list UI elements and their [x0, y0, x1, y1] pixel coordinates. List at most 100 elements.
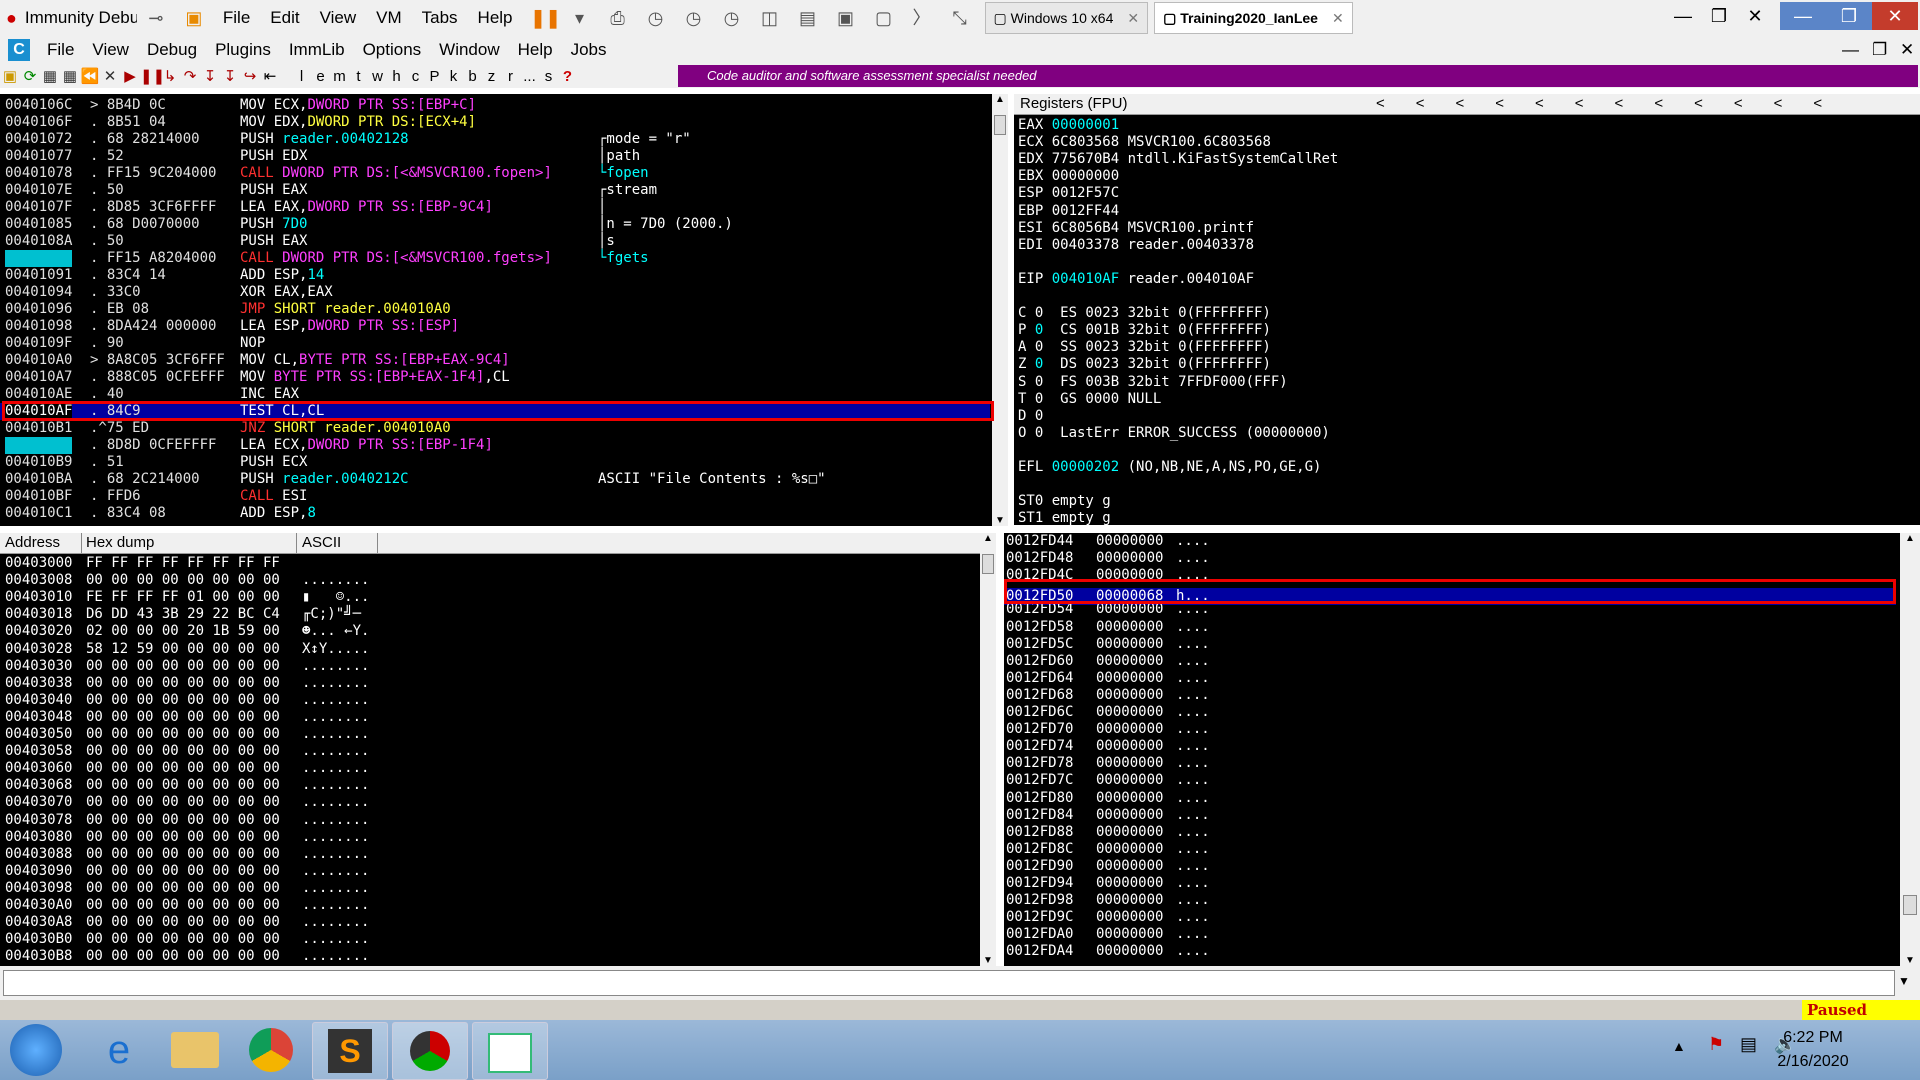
- trace-into-icon[interactable]: ↧: [200, 67, 220, 85]
- register-row[interactable]: EDX 775670B4 ntdll.KiFastSystemCallRet: [1018, 151, 1338, 168]
- disasm-row[interactable]: 00401085 . 68 D0070000 PUSH 7D0 │n = 7D0 (2…: [0, 216, 990, 233]
- close-x-icon[interactable]: ✕: [100, 67, 120, 85]
- register-row[interactable]: A 0 SS 0023 32bit 0(FFFFFFFF): [1018, 339, 1271, 356]
- vm-menu-edit[interactable]: Edit: [270, 8, 299, 28]
- stack-row[interactable]: 0012FD7C 00000000....: [1004, 772, 1896, 789]
- disasm-row[interactable]: 004010A7 . 888C05 0CFEFFF MOV BYTE PTR SS:…: [0, 369, 990, 386]
- col-ascii[interactable]: ASCII: [302, 533, 341, 553]
- register-value[interactable]: 0012F57C: [1052, 185, 1119, 201]
- register-value[interactable]: 775670B4: [1052, 151, 1119, 167]
- restart-icon[interactable]: ⟳: [20, 67, 40, 85]
- taskbar-explorer[interactable]: [158, 1022, 232, 1078]
- menu-file[interactable]: File: [47, 40, 74, 60]
- console-icon[interactable]: 〉: [911, 7, 933, 29]
- tool-dots[interactable]: ...: [520, 68, 539, 85]
- close-icon[interactable]: ✕: [1332, 10, 1344, 27]
- step-into-icon[interactable]: ↳: [160, 67, 180, 85]
- register-value[interactable]: 004010AF: [1052, 271, 1119, 287]
- tool-c[interactable]: c: [406, 68, 425, 85]
- tool-h[interactable]: h: [387, 68, 406, 85]
- collapse-arrows[interactable]: <<<<<<<<<<<<: [1376, 94, 1853, 114]
- disasm-row[interactable]: 0040108A . 50 PUSH EAX │s: [0, 233, 990, 250]
- trace-over-icon[interactable]: ↧: [220, 67, 240, 85]
- disasm-row[interactable]: 00401098 . 8DA424 000000 LEA ESP,DWORD PTR…: [0, 318, 990, 335]
- stack-row[interactable]: 0012FD90 00000000....: [1004, 858, 1896, 875]
- register-row[interactable]: S 0 FS 003B 32bit 7FFDF000(FFF): [1018, 374, 1288, 391]
- register-value[interactable]: 6C803568: [1052, 134, 1119, 150]
- disasm-row[interactable]: 0040107F . 8D85 3CF6FFFF LEA EAX,DWORD PTR…: [0, 199, 990, 216]
- scroll-thumb[interactable]: [994, 115, 1006, 135]
- menu-debug[interactable]: Debug: [147, 40, 197, 60]
- child-close-button[interactable]: ✕: [1900, 40, 1914, 60]
- tool-w[interactable]: w: [368, 68, 387, 85]
- pause-icon[interactable]: ❚❚: [140, 67, 165, 85]
- disassembly-pane[interactable]: 0040106C > 8B4D 0C MOV ECX,DWORD PTR SS:[E…: [0, 94, 992, 526]
- pin-icon[interactable]: ⊸: [145, 7, 167, 29]
- taskbar-sublime[interactable]: S: [312, 1022, 388, 1080]
- registers-pane[interactable]: EAX 00000001 ECX 6C803568 MSVCR100.6C8035…: [1014, 115, 1920, 525]
- disasm-row[interactable]: 004010B1 .^75 ED JNZ SHORT reader.004010A0: [0, 420, 990, 437]
- stack-row[interactable]: 0012FD98 00000000....: [1004, 892, 1896, 909]
- tool-e[interactable]: e: [311, 68, 330, 85]
- taskbar-ie[interactable]: e: [82, 1022, 156, 1078]
- menu-plugins[interactable]: Plugins: [215, 40, 271, 60]
- col-address[interactable]: Address: [5, 533, 60, 553]
- disasm-row[interactable]: 00401072 . 68 28214000 PUSH reader.0040212…: [0, 131, 990, 148]
- vm-menu-help[interactable]: Help: [478, 8, 513, 28]
- thumbnail-view-icon[interactable]: ▤: [797, 7, 819, 29]
- register-value[interactable]: 00403378: [1052, 237, 1119, 253]
- send-keys-icon[interactable]: ⎙: [607, 7, 629, 29]
- guest-minimize-button[interactable]: —: [1780, 2, 1826, 30]
- register-value[interactable]: 00000001: [1052, 117, 1119, 133]
- tool-s[interactable]: s: [539, 68, 558, 85]
- disassembly-scrollbar[interactable]: ▲ ▼: [992, 94, 1008, 526]
- register-row[interactable]: EIP 004010AF reader.004010AF: [1018, 271, 1254, 288]
- stack-row[interactable]: 0012FD64 00000000....: [1004, 670, 1896, 687]
- col-hex[interactable]: Hex dump: [86, 533, 154, 553]
- run-icon[interactable]: ▶: [120, 67, 140, 85]
- disasm-row[interactable]: 004010B9 . 51 PUSH ECX: [0, 454, 990, 471]
- disasm-row[interactable]: 0040109F . 90 NOP: [0, 335, 990, 352]
- register-row[interactable]: ESP 0012F57C: [1018, 185, 1119, 202]
- register-row[interactable]: EBX 00000000: [1018, 168, 1119, 185]
- menu-help[interactable]: Help: [518, 40, 553, 60]
- disasm-row[interactable]: 0040106F . 8B51 04 MOV EDX,DWORD PTR DS:[E…: [0, 114, 990, 131]
- stack-row[interactable]: 0012FD70 00000000....: [1004, 721, 1896, 738]
- vm-menu-vm[interactable]: VM: [376, 8, 402, 28]
- disasm-row[interactable]: 004010C1 . 83C4 08 ADD ESP,8: [0, 505, 990, 522]
- disasm-row[interactable]: 0040106C > 8B4D 0C MOV ECX,DWORD PTR SS:[E…: [0, 97, 990, 114]
- tab-training2020[interactable]: ▢ Training2020_IanLee ✕: [1154, 2, 1353, 34]
- vm-menu-view[interactable]: View: [320, 8, 357, 28]
- register-row[interactable]: ST0 empty g: [1018, 493, 1111, 510]
- stack-row[interactable]: 0012FD6C 00000000....: [1004, 704, 1896, 721]
- command-dropdown-icon[interactable]: ▼: [1898, 974, 1910, 988]
- child-restore-button[interactable]: ❐: [1872, 40, 1887, 60]
- register-value[interactable]: 6C8056B4: [1052, 220, 1119, 236]
- scroll-up-icon[interactable]: ▲: [1900, 533, 1920, 544]
- tool-r[interactable]: r: [501, 68, 520, 85]
- stack-scrollbar[interactable]: ▲ ▼: [1900, 533, 1920, 966]
- fullscreen-icon[interactable]: ▣: [835, 7, 857, 29]
- stack-row[interactable]: 0012FD88 00000000....: [1004, 824, 1896, 841]
- execute-till-return-icon[interactable]: ↪: [240, 67, 260, 85]
- register-value[interactable]: 00000000: [1052, 168, 1119, 184]
- disasm-row[interactable]: 00401091 . 83C4 14 ADD ESP,14: [0, 267, 990, 284]
- open-icon[interactable]: ▣: [0, 67, 20, 85]
- scroll-up-icon[interactable]: ▲: [980, 533, 996, 544]
- tab-windows10[interactable]: ▢ Windows 10 x64 ✕: [984, 2, 1149, 34]
- register-row[interactable]: C 0 ES 0023 32bit 0(FFFFFFFF): [1018, 305, 1271, 322]
- register-row[interactable]: EBP 0012FF44: [1018, 203, 1119, 220]
- unity-icon[interactable]: ▢: [873, 7, 895, 29]
- disasm-row[interactable]: 00401078 . FF15 9C204000 CALL DWORD PTR DS…: [0, 165, 990, 182]
- menu-options[interactable]: Options: [363, 40, 422, 60]
- dropdown-icon[interactable]: ▾: [569, 7, 591, 29]
- vm-menu-tabs[interactable]: Tabs: [422, 8, 458, 28]
- scroll-up-icon[interactable]: ▲: [992, 94, 1008, 105]
- stack-row[interactable]: 0012FD9C 00000000....: [1004, 909, 1896, 926]
- disasm-row[interactable]: 00401096 . EB 08 JMP SHORT reader.004010A0: [0, 301, 990, 318]
- taskbar-clock[interactable]: 6:22 PM 2/16/2020: [1738, 1026, 1888, 1074]
- taskbar-vmware-window[interactable]: [472, 1022, 548, 1080]
- register-row[interactable]: EFL 00000202 (NO,NB,NE,A,NS,PO,GE,G): [1018, 459, 1321, 476]
- tool-z[interactable]: z: [482, 68, 501, 85]
- menu-immlib[interactable]: ImmLib: [289, 40, 345, 60]
